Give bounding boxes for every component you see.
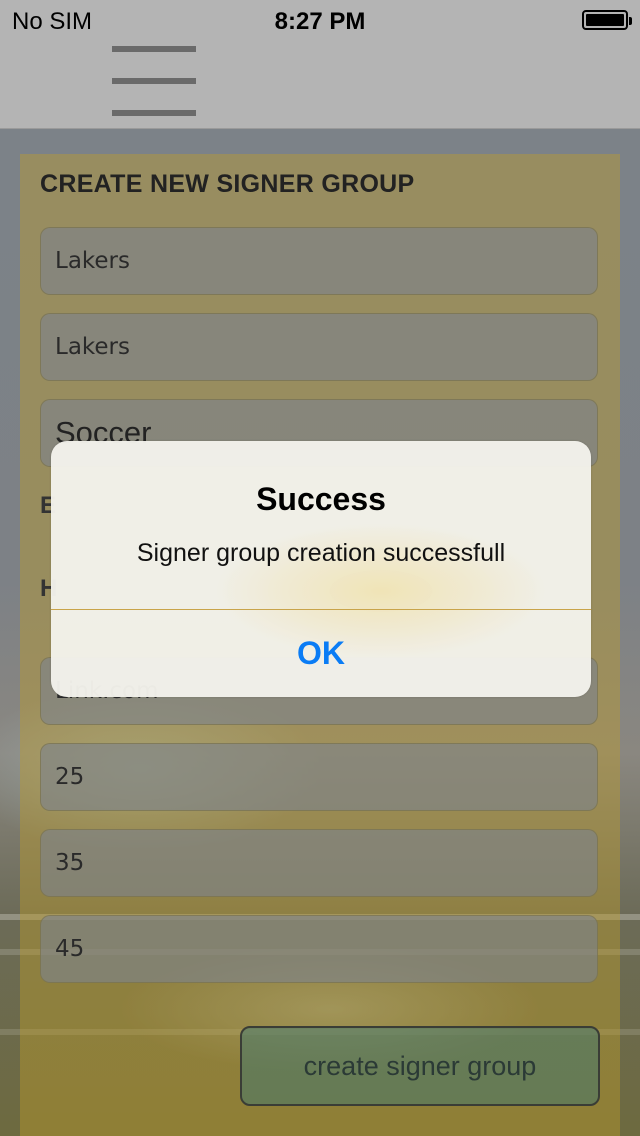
alert-message: Signer group creation successfull — [136, 539, 506, 567]
alert-title: Success — [256, 481, 386, 517]
success-alert-dialog: Success Signer group creation successful… — [51, 441, 591, 697]
alert-ok-button[interactable]: OK — [51, 610, 591, 697]
